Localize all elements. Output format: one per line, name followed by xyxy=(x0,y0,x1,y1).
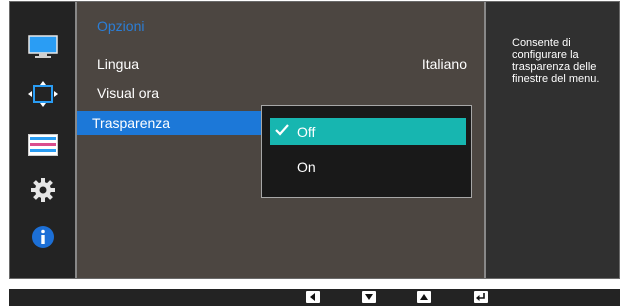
navigation-bar xyxy=(9,289,620,306)
color-settings-icon[interactable] xyxy=(10,128,75,162)
left-arrow-icon[interactable] xyxy=(306,291,320,303)
help-text: Consente di configurare la trasparenza d… xyxy=(512,37,600,85)
option-off[interactable]: Off xyxy=(270,118,466,145)
option-label: Off xyxy=(297,124,316,140)
option-on[interactable]: On xyxy=(270,153,466,180)
menu-item-trasparenza[interactable]: Trasparenza xyxy=(77,111,262,135)
icon-sidebar xyxy=(10,2,75,278)
up-arrow-icon[interactable] xyxy=(417,291,431,303)
option-label: On xyxy=(297,159,316,175)
info-icon[interactable] xyxy=(10,220,75,254)
enter-icon[interactable] xyxy=(474,291,488,303)
position-icon[interactable] xyxy=(10,77,75,111)
menu-item-label: Trasparenza xyxy=(92,115,171,131)
gear-icon[interactable] xyxy=(10,173,75,207)
menu-item-label: Lingua xyxy=(97,56,140,72)
help-panel: Consente di configurare la trasparenza d… xyxy=(486,2,619,278)
menu-title: Opzioni xyxy=(97,18,145,34)
menu-item-label: Visual ora xyxy=(97,85,160,101)
down-arrow-icon[interactable] xyxy=(362,291,376,303)
menu-item-value: Italiano xyxy=(421,56,467,72)
picture-icon[interactable] xyxy=(10,30,75,64)
menu-item-lingua[interactable]: Lingua Italiano xyxy=(77,52,484,76)
check-icon xyxy=(275,124,289,136)
transparency-dropdown: Off On xyxy=(261,105,472,198)
menu-item-visual-ora[interactable]: Visual ora xyxy=(77,81,484,105)
